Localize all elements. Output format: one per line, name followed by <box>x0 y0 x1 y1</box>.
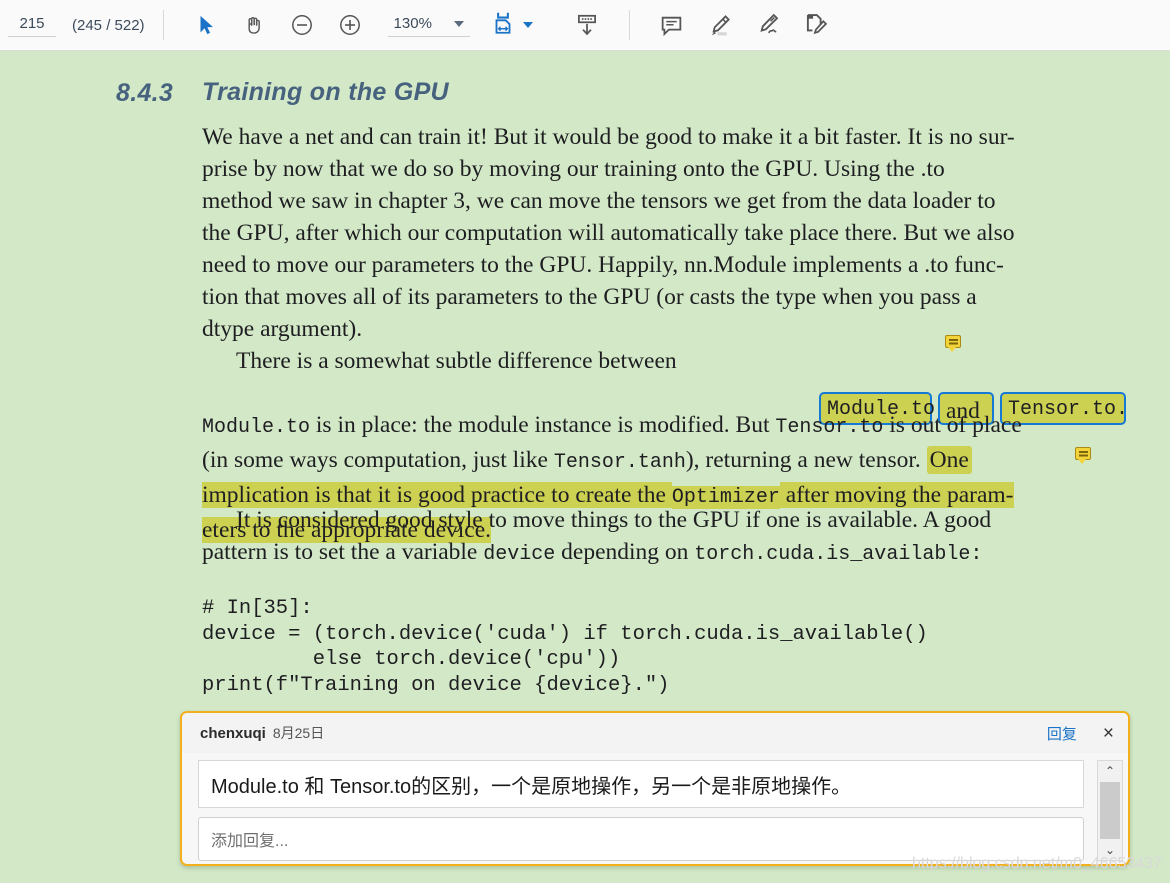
toolbar-divider-2 <box>628 10 630 40</box>
cursor-arrow-icon[interactable] <box>186 5 226 45</box>
chevron-down-icon <box>453 20 464 27</box>
heading-number: 8.4.3 <box>116 79 174 107</box>
p2-l2a: (in some ways computation, just like <box>202 447 554 473</box>
p2-l2c: ), returning a new tensor. <box>685 447 927 473</box>
comment-popup[interactable]: chenxuqi 8月25日 回复 × Module.to 和 Tensor.t… <box>180 711 1130 866</box>
p1-l3: method we saw in chapter 3, we can move … <box>202 188 996 214</box>
comment-marker-icon-2[interactable] <box>1075 447 1091 464</box>
reply-input[interactable]: 添加回复... <box>198 817 1084 861</box>
comment-icon[interactable] <box>652 5 692 45</box>
chevron-down-icon-fit <box>522 22 533 28</box>
p2-mono-module-to: Module.to <box>202 416 311 439</box>
comment-text-value: Module.to 和 Tensor.to的区别，一个是原地操作，另一个是非原地… <box>211 775 852 798</box>
scroll-down-icon[interactable]: ⌄ <box>1098 840 1122 860</box>
fit-page-width-control[interactable] <box>490 10 533 41</box>
signature-pen-icon[interactable] <box>748 5 788 45</box>
paragraph-good-style: It is considered good style to move thin… <box>202 504 1126 571</box>
download-icon[interactable] <box>567 5 607 45</box>
p3-mono-device: device <box>483 543 556 566</box>
p1-l7: dtype argument). <box>202 316 363 342</box>
minus-circle-icon[interactable] <box>282 5 322 45</box>
comment-author: chenxuqi <box>200 724 266 742</box>
reply-link[interactable]: 回复 <box>1047 723 1077 744</box>
plus-circle-icon[interactable] <box>330 5 370 45</box>
scrollbar-thumb[interactable] <box>1100 782 1120 839</box>
p1-l2: prise by now that we do so by moving our… <box>202 156 945 182</box>
page-count-label: (245 / 522) <box>72 16 145 34</box>
code-block: # In[35]: device = (torch.device('cuda')… <box>202 597 928 697</box>
comment-date: 8月25日 <box>272 725 325 741</box>
comment-text[interactable]: Module.to 和 Tensor.to的区别，一个是原地操作，另一个是非原地… <box>198 760 1084 808</box>
zoom-level-selector[interactable]: 130% <box>387 13 470 37</box>
p2-mono-tensor-tanh: Tensor.tanh <box>553 451 686 474</box>
paragraph-intro: We have a net and can train it! But it w… <box>202 121 1126 345</box>
close-icon[interactable]: × <box>1103 724 1114 743</box>
scroll-up-icon[interactable]: ⌃ <box>1098 761 1122 781</box>
hand-icon[interactable] <box>234 5 274 45</box>
fit-page-width-icon[interactable] <box>490 10 516 41</box>
paragraph-subtle-lead: There is a somewhat subtle difference be… <box>202 345 812 377</box>
p3-l2a: pattern is to set the a variable <box>202 539 484 565</box>
p2-mono-tensor-to: Tensor.to <box>775 416 884 439</box>
comment-header: chenxuqi 8月25日 回复 × <box>182 713 1128 753</box>
highlight-word-one[interactable]: One <box>926 446 972 474</box>
page-title: Training on the GPU <box>202 78 449 106</box>
p3-l2c: depending on <box>555 539 695 565</box>
p1-l6: tion that moves all of its parameters to… <box>202 284 977 310</box>
p1-l1: We have a net and can train it! But it w… <box>202 124 1015 150</box>
p1-l4: the GPU, after which our computation wil… <box>202 220 1015 246</box>
comment-scrollbar[interactable]: ⌃ ⌄ <box>1097 760 1123 861</box>
page-number-input[interactable] <box>8 13 56 37</box>
highlighter-icon[interactable] <box>700 5 740 45</box>
p3-l1: It is considered good style to move thin… <box>236 507 992 533</box>
p2-lead: There is a somewhat subtle difference be… <box>236 348 677 374</box>
comment-marker-icon-1[interactable] <box>945 335 961 352</box>
edit-document-icon[interactable] <box>796 5 836 45</box>
pdf-toolbar: (245 / 522) 130% <box>0 0 1170 51</box>
p1-l5: need to move our parameters to the GPU. … <box>202 252 1004 278</box>
p2-l1b: is in place: the module instance is modi… <box>310 412 776 438</box>
zoom-level-value: 130% <box>393 15 432 32</box>
p3-mono-is-available: torch.cuda.is_available: <box>694 543 983 566</box>
reply-placeholder: 添加回复... <box>211 833 289 850</box>
p2-l1d: is out of place <box>883 412 1022 438</box>
toolbar-divider-1 <box>162 10 164 40</box>
